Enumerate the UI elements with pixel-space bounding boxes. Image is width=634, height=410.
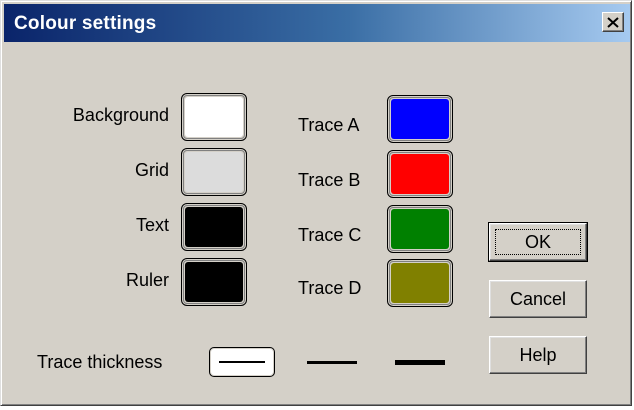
colour-settings-dialog: Colour settings Background Grid Text Rul… [0, 0, 632, 406]
trace-d-label: Trace D [298, 278, 362, 298]
grid-color-swatch[interactable] [181, 148, 247, 196]
thickness-thin-option[interactable] [209, 347, 275, 377]
ok-button[interactable]: OK [488, 222, 588, 262]
ruler-label: Ruler [125, 270, 169, 290]
background-color-fill [185, 97, 243, 137]
trace-c-label: Trace C [298, 225, 362, 245]
trace-d-color-swatch[interactable] [387, 259, 453, 307]
background-label: Background [72, 105, 169, 125]
title-bar[interactable]: Colour settings [4, 4, 630, 42]
cancel-button[interactable]: Cancel [489, 280, 587, 318]
medium-line-sample [307, 360, 357, 364]
grid-label: Grid [134, 160, 169, 180]
trace-c-color-fill [391, 209, 449, 249]
trace-b-color-swatch[interactable] [387, 150, 453, 198]
trace-thickness-label: Trace thickness [37, 352, 163, 372]
trace-a-color-swatch[interactable] [387, 95, 453, 143]
ruler-color-fill [185, 262, 243, 302]
trace-b-label: Trace B [298, 170, 361, 190]
ok-focus-rect [495, 229, 581, 255]
thin-line-sample [219, 361, 265, 363]
trace-d-color-fill [391, 263, 449, 303]
ruler-color-swatch[interactable] [181, 258, 247, 306]
trace-c-color-swatch[interactable] [387, 205, 453, 253]
window-title: Colour settings [14, 13, 157, 34]
help-label: Help [519, 344, 557, 365]
trace-a-color-fill [391, 99, 449, 139]
close-button[interactable] [602, 12, 624, 32]
text-color-swatch[interactable] [181, 203, 247, 251]
grid-color-fill [185, 152, 243, 192]
thickness-thick-option[interactable] [387, 347, 453, 377]
text-label: Text [135, 215, 169, 235]
background-color-swatch[interactable] [181, 93, 247, 141]
trace-a-label: Trace A [298, 115, 360, 135]
thickness-medium-option[interactable] [299, 347, 365, 377]
thick-line-sample [395, 359, 445, 365]
close-icon [607, 16, 619, 28]
trace-b-color-fill [391, 154, 449, 194]
cancel-label: Cancel [509, 288, 567, 309]
help-button[interactable]: Help [489, 336, 587, 374]
text-color-fill [185, 207, 243, 247]
